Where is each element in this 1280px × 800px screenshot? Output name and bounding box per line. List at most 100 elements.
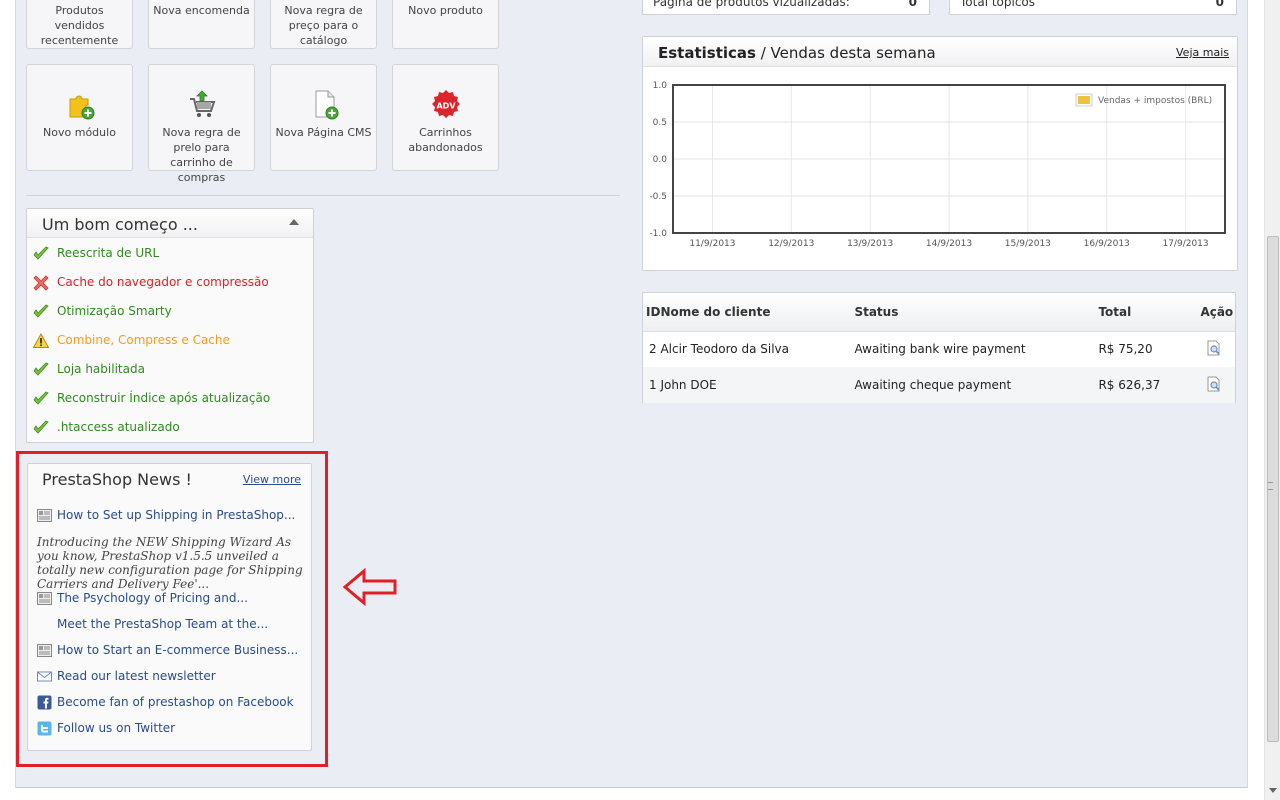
tile-label: Nova Página CMS <box>275 126 372 139</box>
tile-label: Nova regra de preço para o catálogo <box>284 4 363 47</box>
order-action-cell <box>1194 331 1235 367</box>
orders-table: ID Nome do cliente Status Total Ação 2 Al… <box>643 293 1235 403</box>
good-start-title: Um bom começo ... <box>42 215 198 234</box>
y-tick-label: 0.0 <box>653 155 668 165</box>
news-panel: PrestaShop News ! View more How to Set u… <box>27 463 312 751</box>
twitter-icon <box>37 721 52 736</box>
news-link-label: Meet the PrestaShop Team at the... <box>57 617 269 631</box>
news-description: Introducing the NEW Shipping Wizard As y… <box>37 535 303 591</box>
check-icon <box>33 391 49 407</box>
order-action-cell <box>1194 367 1235 403</box>
section-divider <box>26 195 620 196</box>
orders-header-row: ID Nome do cliente Status Total Ação <box>643 293 1235 332</box>
tile-recent-sold-products[interactable]: Produtos vendidos recentemente <box>26 0 133 49</box>
cart-add-icon <box>186 89 218 121</box>
collapse-caret-icon[interactable] <box>289 219 299 225</box>
good-start-item[interactable]: Otimização Smarty <box>33 302 303 322</box>
news-link-label: The Psychology of Pricing and... <box>57 591 248 605</box>
stat-product-views: Página de produtos vizualizadas: 0 <box>642 0 930 15</box>
good-start-item[interactable]: Reconstruir Índice após atualização <box>33 389 303 409</box>
news-link-label: How to Start an E-commerce Business... <box>57 643 299 657</box>
stat-product-views-label: Página de produtos vizualizadas: <box>653 0 850 9</box>
x-tick-label: 12/9/2013 <box>768 239 814 249</box>
check-icon <box>33 362 49 378</box>
tile-new-cms-page[interactable]: Nova Página CMS <box>270 64 377 171</box>
good-start-panel: Um bom começo ... Reescrita de URL Cache … <box>26 208 314 443</box>
good-start-item[interactable]: Cache do navegador e compressão <box>33 273 303 293</box>
tile-label: Nova regra de prelo para carrinho de com… <box>162 126 241 184</box>
puzzle-add-icon <box>64 89 96 121</box>
statistics-panel: Estatisticas / Vendas desta semana Veja … <box>642 36 1238 271</box>
tile-new-product[interactable]: Novo produto <box>392 0 499 49</box>
good-start-item[interactable]: Reescrita de URL <box>33 244 303 264</box>
view-order-icon[interactable] <box>1206 376 1222 392</box>
order-total: R$ 75,20 <box>1098 342 1153 357</box>
x-tick-label: 11/9/2013 <box>689 239 735 249</box>
order-id: 2 <box>649 342 657 357</box>
order-status: Awaiting bank wire payment <box>854 342 1026 357</box>
order-id: 1 <box>643 367 661 403</box>
news-link-label: Become fan of prestashop on Facebook <box>57 695 294 709</box>
envelope-icon <box>37 669 52 684</box>
check-icon <box>33 304 49 320</box>
stat-total-topics-label: Total tópicos <box>960 0 1036 9</box>
col-id-header: ID <box>643 293 661 332</box>
x-tick-label: 13/9/2013 <box>847 239 893 249</box>
good-start-item-label: Loja habilitada <box>57 362 145 376</box>
good-start-item-label: Cache do navegador e compressão <box>57 275 269 289</box>
good-start-item[interactable]: .htaccess atualizado <box>33 418 303 438</box>
table-row[interactable]: 1 John DOE Awaiting cheque payment R$ 626,3… <box>643 367 1235 403</box>
y-tick-label: 1.0 <box>653 81 668 91</box>
statistics-title: Estatisticas / Vendas desta semana <box>658 44 936 62</box>
order-total: R$ 626,37 <box>1094 367 1195 403</box>
order-customer: John DOE <box>660 367 851 403</box>
article-icon <box>37 508 52 523</box>
col-action-header: Ação <box>1194 293 1235 332</box>
facebook-icon <box>37 695 52 710</box>
tile-new-module[interactable]: Novo módulo <box>26 64 133 171</box>
good-start-item-label: Combine, Compress e Cache <box>57 333 230 347</box>
legend-swatch <box>1078 96 1090 104</box>
good-start-item-label: Reconstruir Índice após atualização <box>57 391 271 405</box>
article-icon <box>37 591 52 606</box>
order-customer: Alcir Teodoro da Silva <box>660 342 789 357</box>
adv-badge-icon: ADV <box>430 89 462 121</box>
x-tick-label: 16/9/2013 <box>1084 239 1130 249</box>
view-order-icon[interactable] <box>1206 340 1222 356</box>
scroll-down-arrow-icon[interactable] <box>1269 788 1277 793</box>
tile-abandoned-carts[interactable]: ADV Carrinhos abandonados <box>392 64 499 171</box>
warning-icon <box>32 332 50 349</box>
tile-new-catalog-price-rule[interactable]: Nova regra de preço para o catálogo <box>270 0 377 49</box>
page-add-icon <box>308 89 340 121</box>
statistics-title-rest: / Vendas desta semana <box>755 44 936 62</box>
tile-new-order[interactable]: Nova encomenda <box>148 0 255 49</box>
good-start-item[interactable]: Combine, Compress e Cache <box>32 331 303 351</box>
y-tick-label: -1.0 <box>649 229 667 239</box>
news-link-label: Read our latest newsletter <box>57 669 216 683</box>
tile-new-cart-rule[interactable]: Nova regra de prelo para carrinho de com… <box>148 64 255 184</box>
news-view-more-link[interactable]: View more <box>243 473 301 486</box>
good-start-item-label: Reescrita de URL <box>57 246 160 260</box>
y-tick-label: 0.5 <box>653 118 667 128</box>
statistics-title-bold: Estatisticas <box>658 44 756 62</box>
good-start-item[interactable]: Loja habilitada <box>33 360 303 380</box>
table-row[interactable]: 2 Alcir Teodoro da Silva Awaiting bank wir… <box>643 331 1235 367</box>
good-start-header[interactable]: Um bom começo ... <box>27 209 313 238</box>
order-status: Awaiting cheque payment <box>850 367 1095 403</box>
col-total-header: Total <box>1094 293 1195 332</box>
legend-label: Vendas + impostos (BRL) <box>1098 96 1212 106</box>
stat-product-views-value: 0 <box>908 0 917 9</box>
statistics-view-more-link[interactable]: Veja mais <box>1176 46 1229 59</box>
col-status-header: Status <box>850 293 1095 332</box>
tile-label: Carrinhos abandonados <box>408 126 483 154</box>
tile-label: Novo módulo <box>43 126 116 139</box>
good-start-item-label: Otimização Smarty <box>57 304 172 318</box>
stat-total-topics-value: 0 <box>1215 0 1224 9</box>
cross-icon <box>33 275 49 291</box>
x-tick-label: 14/9/2013 <box>926 239 972 249</box>
y-tick-label: -0.5 <box>649 192 667 202</box>
page-scrollbar[interactable] <box>1264 0 1280 800</box>
stat-total-topics: Total tópicos 0 <box>949 0 1237 15</box>
news-link-label: How to Set up Shipping in PrestaShop... <box>57 508 296 522</box>
article-icon <box>37 643 52 658</box>
